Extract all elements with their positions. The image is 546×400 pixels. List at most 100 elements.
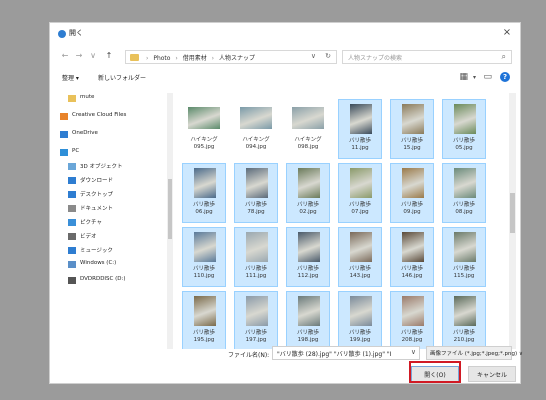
- file-item[interactable]: ハイキング 098.jpg: [286, 99, 330, 159]
- address-bar[interactable]: › Photo › 借用素材 › 人物スナップ ∨ ↻: [125, 50, 337, 64]
- image-thumbnail: [402, 168, 424, 198]
- new-folder-button[interactable]: 新しいフォルダー: [98, 73, 146, 82]
- filename-dropdown-button[interactable]: ∨: [411, 348, 416, 356]
- file-item[interactable]: バリ散歩 195.jpg: [182, 291, 226, 349]
- nav-item-label: ピクチャ: [80, 220, 102, 226]
- file-item[interactable]: バリ散歩 143.jpg: [338, 227, 382, 287]
- file-name: バリ散歩 09.jpg: [400, 202, 423, 215]
- search-icon: ⌕: [501, 52, 506, 61]
- file-item[interactable]: バリ散歩 111.jpg: [234, 227, 278, 287]
- image-thumbnail: [350, 104, 372, 134]
- up-folder-button[interactable]: ↑: [104, 51, 114, 61]
- preview-pane-icon[interactable]: ▭: [483, 72, 492, 82]
- recent-locations-button[interactable]: ∨: [88, 51, 98, 61]
- image-thumbnail: [246, 296, 268, 326]
- pc-icon: [60, 149, 68, 156]
- file-name: バリ散歩 198.jpg: [296, 330, 319, 343]
- file-name: バリ散歩 07.jpg: [348, 202, 371, 215]
- cancel-button[interactable]: キャンセル: [468, 366, 516, 382]
- nav-item[interactable]: mute: [56, 93, 166, 105]
- search-input[interactable]: 人物スナップの検索 ⌕: [342, 50, 512, 64]
- refresh-icon[interactable]: ↻: [325, 52, 331, 60]
- documents-icon: [68, 205, 76, 212]
- file-list-scrollbar[interactable]: [509, 93, 516, 349]
- nav-item[interactable]: PC: [56, 147, 166, 159]
- grid-view-icon[interactable]: ▦: [459, 72, 468, 82]
- file-name: バリ散歩 78.jpg: [244, 202, 267, 215]
- file-item[interactable]: バリ散歩 78.jpg: [234, 163, 278, 223]
- file-item[interactable]: バリ散歩 115.jpg: [442, 227, 486, 287]
- address-dropdown-button[interactable]: ∨: [311, 52, 316, 60]
- nav-item[interactable]: ミュージック: [56, 245, 166, 257]
- nav-item[interactable]: DVDRDDISC (D:): [56, 275, 166, 287]
- nav-item-label: OneDrive: [72, 130, 98, 136]
- file-item[interactable]: バリ散歩 210.jpg: [442, 291, 486, 349]
- file-item[interactable]: バリ散歩 09.jpg: [390, 163, 434, 223]
- file-item[interactable]: バリ散歩 15.jpg: [390, 99, 434, 159]
- image-thumbnail: [350, 232, 372, 262]
- help-icon[interactable]: ?: [500, 72, 510, 82]
- file-name: バリ散歩 05.jpg: [452, 138, 475, 151]
- back-button[interactable]: ←: [60, 51, 70, 61]
- file-item[interactable]: バリ散歩 112.jpg: [286, 227, 330, 287]
- forward-button[interactable]: →: [74, 51, 84, 61]
- file-item[interactable]: バリ散歩 197.jpg: [234, 291, 278, 349]
- nav-item[interactable]: OneDrive: [56, 129, 166, 141]
- file-list[interactable]: ハイキング 095.jpg ハイキング 094.jpg ハイキング 098.jpg バ…: [178, 93, 510, 349]
- file-item[interactable]: バリ散歩 199.jpg: [338, 291, 382, 349]
- view-options-dropdown[interactable]: ▾: [473, 74, 476, 81]
- file-name: バリ散歩 111.jpg: [244, 266, 267, 279]
- file-item[interactable]: バリ散歩 146.jpg: [390, 227, 434, 287]
- file-item[interactable]: バリ散歩 07.jpg: [338, 163, 382, 223]
- image-thumbnail: [194, 232, 216, 262]
- file-item[interactable]: バリ散歩 208.jpg: [390, 291, 434, 349]
- nav-pane-scroll-thumb[interactable]: [168, 179, 172, 239]
- file-item[interactable]: バリ散歩 11.jpg: [338, 99, 382, 159]
- file-name: バリ散歩 06.jpg: [192, 202, 215, 215]
- organize-menu[interactable]: 整理 ▾: [62, 73, 79, 82]
- file-item[interactable]: バリ散歩 02.jpg: [286, 163, 330, 223]
- image-thumbnail: [240, 107, 272, 129]
- nav-item[interactable]: ダウンロード: [56, 175, 166, 187]
- breadcrumb-item-photo[interactable]: Photo: [153, 55, 170, 62]
- file-item[interactable]: ハイキング 094.jpg: [234, 99, 278, 159]
- nav-item[interactable]: ビデオ: [56, 231, 166, 243]
- nav-item[interactable]: デスクトップ: [56, 189, 166, 201]
- breadcrumb-item-snapshots[interactable]: 人物スナップ: [219, 55, 255, 62]
- file-name: バリ散歩 146.jpg: [400, 266, 423, 279]
- nav-item-label: ミュージック: [80, 248, 113, 254]
- file-name: バリ散歩 210.jpg: [452, 330, 475, 343]
- file-name: バリ散歩 15.jpg: [400, 138, 423, 151]
- file-name: バリ散歩 143.jpg: [348, 266, 371, 279]
- filename-field[interactable]: "バリ散歩 (28).jpg" "バリ散歩 (1).jpg" "I ∨: [272, 346, 420, 360]
- file-item[interactable]: バリ散歩 06.jpg: [182, 163, 226, 223]
- desktop-icon: [68, 191, 76, 198]
- file-item[interactable]: ハイキング 095.jpg: [182, 99, 226, 159]
- nav-item[interactable]: Creative Cloud Files: [56, 111, 166, 123]
- file-item[interactable]: バリ散歩 08.jpg: [442, 163, 486, 223]
- nav-item-label: mute: [80, 94, 95, 100]
- image-thumbnail: [350, 168, 372, 198]
- nav-item-label: Creative Cloud Files: [72, 112, 127, 118]
- image-thumbnail: [194, 168, 216, 198]
- command-toolbar: 整理 ▾ 新しいフォルダー ▦ ▾ ▭ ?: [50, 69, 520, 87]
- title-bar: 開く ×: [50, 23, 520, 45]
- nav-item[interactable]: ドキュメント: [56, 203, 166, 215]
- 3d-objects-icon: [68, 163, 76, 170]
- file-list-scroll-thumb[interactable]: [510, 193, 515, 233]
- nav-item[interactable]: ピクチャ: [56, 217, 166, 229]
- image-thumbnail: [246, 232, 268, 262]
- file-item[interactable]: バリ散歩 110.jpg: [182, 227, 226, 287]
- close-button[interactable]: ×: [500, 26, 514, 40]
- nav-item[interactable]: 3D オブジェクト: [56, 161, 166, 173]
- nav-item-label: ビデオ: [80, 234, 97, 240]
- file-item[interactable]: バリ散歩 05.jpg: [442, 99, 486, 159]
- file-type-select[interactable]: 画像ファイル (*.jpg;*.jpeg;*.png) ∨: [426, 346, 523, 360]
- file-item[interactable]: バリ散歩 198.jpg: [286, 291, 330, 349]
- breadcrumb-item-borrowed[interactable]: 借用素材: [183, 55, 207, 62]
- nav-item-label: デスクトップ: [80, 192, 114, 198]
- nav-item-label: DVDRDDISC (D:): [80, 276, 126, 282]
- nav-item[interactable]: Windows (C:): [56, 259, 166, 271]
- navigation-pane[interactable]: mute Creative Cloud Files OneDrive PC 3D オブジ…: [56, 93, 174, 349]
- nav-pane-scrollbar[interactable]: [167, 93, 173, 349]
